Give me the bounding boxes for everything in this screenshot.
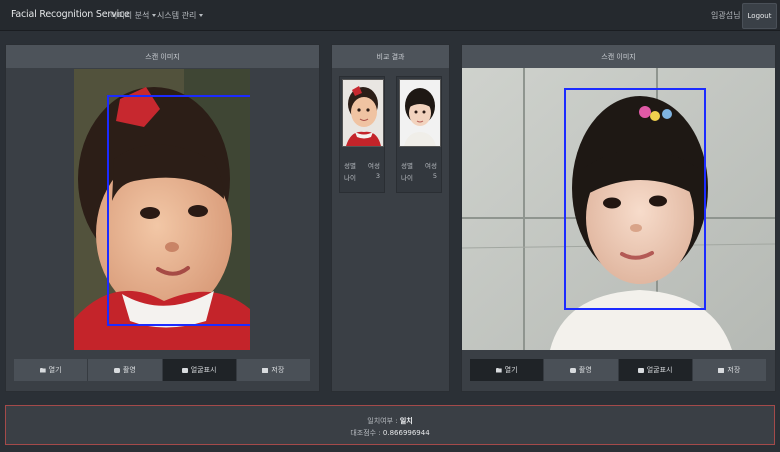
left-open-button[interactable]: 열기: [14, 359, 89, 381]
left-face-detection-box: [107, 95, 250, 326]
left-save-button[interactable]: 저장: [236, 359, 310, 381]
right-scan-image: [462, 68, 775, 350]
gender-label: 성별: [401, 162, 413, 170]
open-label: 열기: [48, 366, 62, 374]
logout-button[interactable]: Logout: [742, 3, 777, 29]
save-icon: [718, 367, 725, 373]
gender-label: 성별: [344, 162, 356, 170]
left-face-display-button[interactable]: 얼굴표시: [162, 359, 237, 381]
right-face-display-button[interactable]: 얼굴표시: [618, 359, 693, 381]
left-button-group: 열기 촬영 얼굴표시 저장: [14, 359, 310, 381]
right-face-detection-box: [564, 88, 706, 310]
age-label: 나이: [344, 174, 356, 182]
face-display-label: 얼굴표시: [646, 366, 673, 374]
caret-down-icon: [152, 14, 157, 17]
gender-value: 여성: [368, 162, 380, 170]
left-scan-image: [74, 69, 250, 350]
right-scan-panel: 스캔 이미지 열기 촬영 얼굴표시 저장: [461, 44, 776, 392]
menu-image-analysis-label: 이미지 분석: [110, 11, 150, 20]
age-value: 5: [432, 172, 437, 180]
gender-value: 여성: [425, 162, 437, 170]
open-label: 열기: [504, 366, 518, 374]
left-capture-button[interactable]: 촬영: [88, 359, 163, 381]
folder-icon: [495, 367, 502, 373]
age-value: 3: [375, 172, 380, 180]
left-scan-panel: 스캔 이미지 열기 촬영 얼굴표시 저장: [5, 44, 320, 392]
match-score-line: 대조점수 : 0.866996944: [6, 428, 774, 438]
menu-system-label: 시스템 관리: [157, 11, 197, 20]
left-face-thumbnail: [342, 79, 384, 147]
save-label: 저장: [727, 366, 741, 374]
result-card-right: 성별 여성 나이 5: [396, 76, 442, 193]
match-status-line: 일치여부 : 일치: [6, 416, 774, 426]
match-result-box: 일치여부 : 일치 대조점수 : 0.866996944: [5, 405, 775, 445]
capture-label: 촬영: [578, 366, 592, 374]
menu-system[interactable]: 시스템 관리: [157, 10, 204, 21]
save-label: 저장: [271, 366, 285, 374]
face-box-icon: [181, 367, 188, 373]
right-capture-button[interactable]: 촬영: [544, 359, 619, 381]
panel-title: 비교 결과: [332, 45, 449, 68]
panel-title: 스캔 이미지: [6, 45, 319, 68]
menu-image-analysis[interactable]: 이미지 분석: [110, 10, 157, 21]
score-label: 대조점수 :: [350, 429, 383, 437]
folder-icon: [39, 367, 46, 373]
face-box-icon: [637, 367, 644, 373]
face-display-label: 얼굴표시: [190, 366, 217, 374]
capture-label: 촬영: [122, 366, 136, 374]
score-value: 0.866996944: [382, 429, 430, 437]
right-save-button[interactable]: 저장: [692, 359, 766, 381]
camera-icon: [569, 367, 576, 373]
panel-title: 스캔 이미지: [462, 45, 775, 68]
match-label: 일치여부 :: [367, 417, 400, 425]
right-open-button[interactable]: 열기: [470, 359, 545, 381]
match-value: 일치: [399, 417, 413, 425]
camera-icon: [113, 367, 120, 373]
save-icon: [262, 367, 269, 373]
age-label: 나이: [401, 174, 413, 182]
right-button-group: 열기 촬영 얼굴표시 저장: [470, 359, 766, 381]
top-navbar: Facial Recognition Service 이미지 분석 시스템 관리…: [0, 0, 780, 31]
user-greeting: 임광섭님: [711, 11, 741, 20]
right-face-thumbnail: [399, 79, 441, 147]
comparison-result-panel: 비교 결과 성별 여성 나이 3 성별 여성 나이 5: [331, 44, 450, 392]
result-card-left: 성별 여성 나이 3: [339, 76, 385, 193]
caret-down-icon: [199, 14, 204, 17]
